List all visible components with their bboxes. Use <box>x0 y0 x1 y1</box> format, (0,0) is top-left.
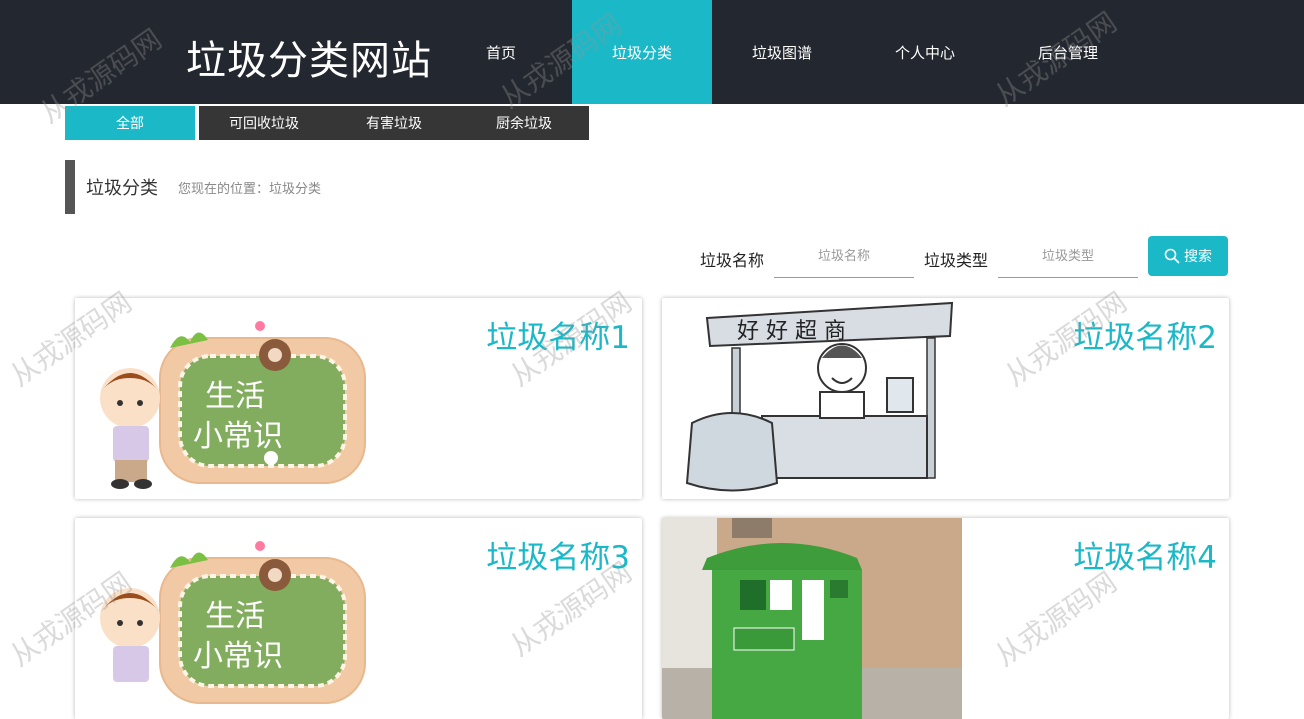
tab-hazardous[interactable]: 有害垃圾 <box>329 106 459 140</box>
card-title[interactable]: 垃圾名称4 <box>1073 532 1217 577</box>
name-search-input[interactable] <box>774 236 914 278</box>
nav-garbage-atlas[interactable]: 垃圾图谱 <box>712 0 852 104</box>
svg-text:小常识: 小常识 <box>193 419 283 454</box>
card-title[interactable]: 垃圾名称3 <box>486 532 630 577</box>
page-title: 垃圾分类 <box>86 178 158 199</box>
svg-text:生活: 生活 <box>205 379 265 414</box>
breadcrumb: 垃圾分类 您现在的位置：垃圾分类 <box>65 160 665 214</box>
name-label: 垃圾名称 <box>700 251 765 270</box>
life-tips-cartoon-image: 生活 小常识 <box>75 298 375 499</box>
tab-recyclable[interactable]: 可回收垃圾 <box>199 106 329 140</box>
svg-text:好 好 超 商: 好 好 超 商 <box>737 319 846 344</box>
garbage-card[interactable]: 垃圾名称4 <box>662 518 1229 719</box>
garbage-card[interactable]: 生活 小常识 垃圾名称1 <box>75 298 642 499</box>
site-title[interactable]: 垃圾分类网站 <box>186 28 432 86</box>
garbage-card[interactable]: 生活 小常识 垃圾名称3 <box>75 518 642 719</box>
search-button[interactable]: 搜索 <box>1148 236 1228 276</box>
life-tips-cartoon-image: 生活 小常识 <box>75 518 375 719</box>
search-bar: 垃圾名称 垃圾类型 搜索 <box>0 236 1304 278</box>
nav-home[interactable]: 首页 <box>430 0 572 104</box>
nav-personal-center[interactable]: 个人中心 <box>852 0 998 104</box>
garbage-card[interactable]: 好 好 超 商 垃圾名称2 <box>662 298 1229 499</box>
shop-stall-sketch-image: 好 好 超 商 <box>662 298 962 499</box>
search-icon <box>1164 248 1180 264</box>
type-label: 垃圾类型 <box>924 251 989 270</box>
green-recycling-bin-image <box>662 518 962 719</box>
tab-kitchen-waste[interactable]: 厨余垃圾 <box>459 106 589 140</box>
category-tabs: 全部 可回收垃圾 有害垃圾 厨余垃圾 <box>65 106 589 140</box>
breadcrumb-location: 您现在的位置：垃圾分类 <box>178 181 322 197</box>
svg-text:生活: 生活 <box>205 599 265 634</box>
card-title[interactable]: 垃圾名称1 <box>486 312 630 357</box>
top-navbar: 垃圾分类网站 首页 垃圾分类 垃圾图谱 个人中心 后台管理 <box>0 0 1304 104</box>
nav-admin[interactable]: 后台管理 <box>998 0 1138 104</box>
nav-garbage-classification[interactable]: 垃圾分类 <box>572 0 712 104</box>
tab-all[interactable]: 全部 <box>65 106 195 140</box>
type-search-input[interactable] <box>998 236 1138 278</box>
main-nav: 首页 垃圾分类 垃圾图谱 个人中心 后台管理 <box>430 0 1138 104</box>
search-button-label: 搜索 <box>1184 249 1212 265</box>
card-title[interactable]: 垃圾名称2 <box>1073 312 1217 357</box>
